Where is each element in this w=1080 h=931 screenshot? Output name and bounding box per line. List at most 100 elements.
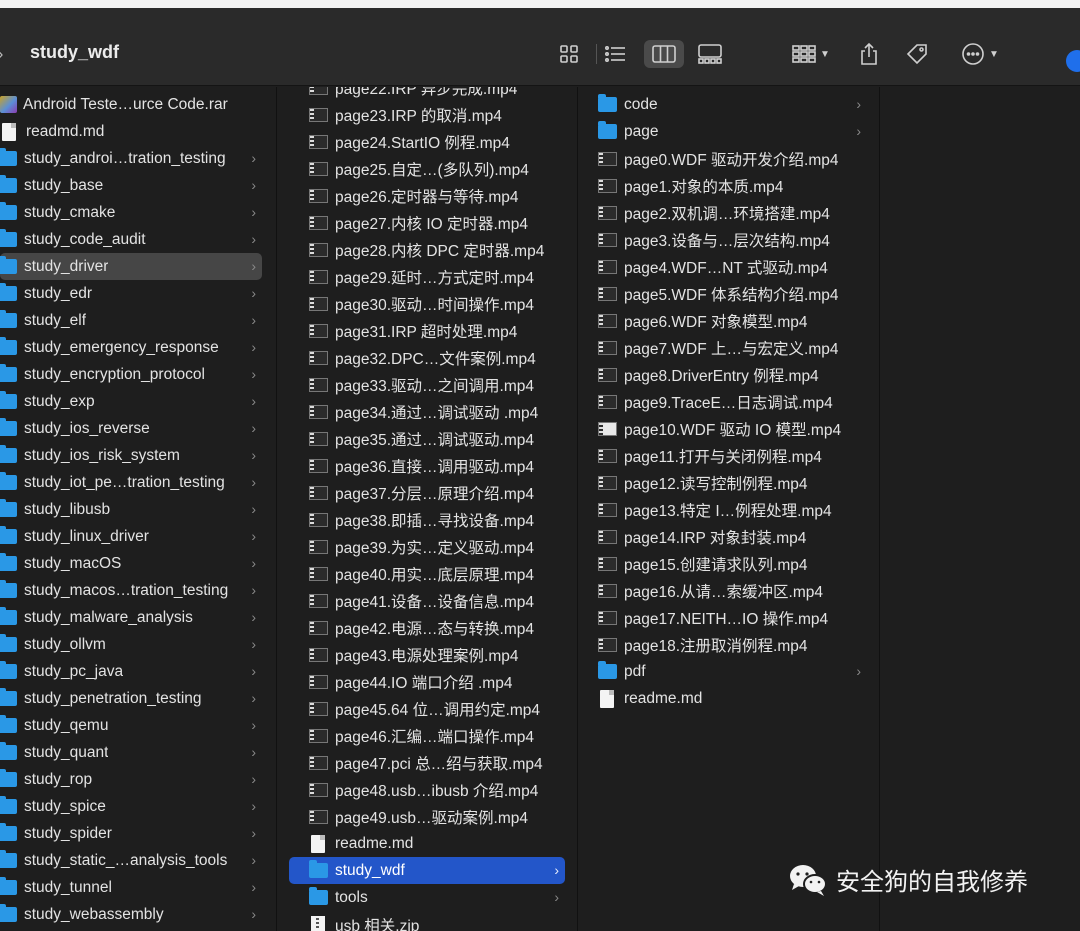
file-row[interactable]: page5.WDF 体系结构介绍.mp4 (578, 280, 867, 307)
folder-row[interactable]: study_emergency_response › (0, 334, 262, 361)
file-row[interactable]: page23.IRP 的取消.mp4 (289, 101, 565, 128)
folder-row[interactable]: study_driver › (0, 253, 262, 280)
group-icon[interactable]: ▼ (788, 40, 834, 68)
file-row[interactable]: page25.自定…(多队列).mp4 (289, 155, 565, 182)
folder-row[interactable]: pdf › (578, 658, 867, 685)
folder-row[interactable]: study_pc_java › (0, 658, 262, 685)
file-row[interactable]: page45.64 位…调用约定.mp4 (289, 695, 565, 722)
folder-icon (0, 202, 17, 220)
gallery-view-icon[interactable] (696, 40, 724, 68)
folder-row[interactable]: study_base › (0, 172, 262, 199)
file-row[interactable]: page28.内核 DPC 定时器.mp4 (289, 236, 565, 263)
tag-icon[interactable] (902, 40, 932, 68)
file-row[interactable]: page22.IRP 异步完成.mp4 (289, 87, 565, 101)
icon-view-icon[interactable] (558, 40, 580, 68)
file-row[interactable]: page33.驱动…之间调用.mp4 (289, 371, 565, 398)
folder-row[interactable]: study_macos…tration_testing › (0, 577, 262, 604)
file-row[interactable]: page41.设备…设备信息.mp4 (289, 587, 565, 614)
folder-row[interactable]: study_malware_analysis › (0, 604, 262, 631)
file-row[interactable]: readme.md (578, 685, 867, 712)
folder-row[interactable]: study_linux_driver › (0, 523, 262, 550)
file-row[interactable]: page29.延时…方式定时.mp4 (289, 263, 565, 290)
file-row[interactable]: page27.内核 IO 定时器.mp4 (289, 209, 565, 236)
folder-row[interactable]: study_code_audit › (0, 226, 262, 253)
file-row[interactable]: page49.usb…驱动案例.mp4 (289, 803, 565, 830)
file-row[interactable]: page37.分层…原理介绍.mp4 (289, 479, 565, 506)
folder-row[interactable]: study_static_…analysis_tools › (0, 847, 262, 874)
folder-row[interactable]: study_cmake › (0, 199, 262, 226)
folder-row[interactable]: study_quant › (0, 739, 262, 766)
folder-row[interactable]: study_ios_reverse › (0, 415, 262, 442)
file-row[interactable]: page8.DriverEntry 例程.mp4 (578, 361, 867, 388)
folder-row[interactable]: page › (578, 118, 867, 145)
folder-row[interactable]: study_exp › (0, 388, 262, 415)
file-row[interactable]: readme.md (289, 830, 565, 857)
file-row[interactable]: page3.设备与…层次结构.mp4 (578, 226, 867, 253)
file-row[interactable]: page0.WDF 驱动开发介绍.mp4 (578, 145, 867, 172)
file-row[interactable]: page26.定时器与等待.mp4 (289, 182, 565, 209)
item-label: page28.内核 DPC 定时器.mp4 (335, 242, 545, 260)
file-row[interactable]: page46.汇编…端口操作.mp4 (289, 722, 565, 749)
folder-row[interactable]: study_spider › (0, 820, 262, 847)
file-row[interactable]: readmd.md (0, 118, 262, 145)
folder-row[interactable]: study_ios_risk_system › (0, 442, 262, 469)
folder-row[interactable]: study_rop › (0, 766, 262, 793)
file-row[interactable]: page2.双机调…环境搭建.mp4 (578, 199, 867, 226)
back-chevron-icon[interactable]: › (0, 46, 3, 64)
file-row[interactable]: page1.对象的本质.mp4 (578, 172, 867, 199)
folder-row[interactable]: study_elf › (0, 307, 262, 334)
folder-row[interactable]: study_macOS › (0, 550, 262, 577)
file-row[interactable]: page15.创建请求队列.mp4 (578, 550, 867, 577)
file-row[interactable]: page42.电源…态与转换.mp4 (289, 614, 565, 641)
file-row[interactable]: page32.DPC…文件案例.mp4 (289, 344, 565, 371)
file-row[interactable]: Android Teste…urce Code.rar (0, 91, 262, 118)
video-file-icon (598, 367, 617, 382)
chevron-right-icon: › (251, 690, 256, 706)
folder-row[interactable]: study_penetration_testing › (0, 685, 262, 712)
folder-row[interactable]: study_wdf › (289, 857, 565, 884)
file-row[interactable]: page11.打开与关闭例程.mp4 (578, 442, 867, 469)
item-label: page4.WDF…NT 式驱动.mp4 (624, 259, 828, 277)
file-row[interactable]: page17.NEITH…IO 操作.mp4 (578, 604, 867, 631)
file-row[interactable]: page48.usb…ibusb 介绍.mp4 (289, 776, 565, 803)
file-row[interactable]: page9.TraceE…日志调试.mp4 (578, 388, 867, 415)
file-row[interactable]: page7.WDF 上…与宏定义.mp4 (578, 334, 867, 361)
file-row[interactable]: page43.电源处理案例.mp4 (289, 641, 565, 668)
file-row[interactable]: page44.IO 端口介绍 .mp4 (289, 668, 565, 695)
file-row[interactable]: page6.WDF 对象模型.mp4 (578, 307, 867, 334)
file-row[interactable]: page36.直接…调用驱动.mp4 (289, 452, 565, 479)
file-row[interactable]: page31.IRP 超时处理.mp4 (289, 317, 565, 344)
folder-row[interactable]: study_iot_pe…tration_testing › (0, 469, 262, 496)
folder-row[interactable]: study_ollvm › (0, 631, 262, 658)
file-row[interactable]: page47.pci 总…绍与获取.mp4 (289, 749, 565, 776)
share-icon[interactable] (856, 40, 882, 68)
folder-row[interactable]: study_webassembly › (0, 901, 262, 928)
file-row[interactable]: page10.WDF 驱动 IO 模型.mp4 (578, 415, 867, 442)
file-row[interactable]: page34.通过…调试驱动 .mp4 (289, 398, 565, 425)
file-row[interactable]: page24.StartIO 例程.mp4 (289, 128, 565, 155)
folder-row[interactable]: code › (578, 91, 867, 118)
file-row[interactable]: page38.即插…寻找设备.mp4 (289, 506, 565, 533)
file-row[interactable]: page4.WDF…NT 式驱动.mp4 (578, 253, 867, 280)
folder-row[interactable]: study_qemu › (0, 712, 262, 739)
file-row[interactable]: page14.IRP 对象封装.mp4 (578, 523, 867, 550)
file-row[interactable]: page16.从请…索缓冲区.mp4 (578, 577, 867, 604)
file-row[interactable]: page30.驱动…时间操作.mp4 (289, 290, 565, 317)
file-row[interactable]: page35.通过…调试驱动.mp4 (289, 425, 565, 452)
file-row[interactable]: page18.注册取消例程.mp4 (578, 631, 867, 658)
list-view-icon[interactable] (602, 40, 628, 68)
folder-row[interactable]: study_spice › (0, 793, 262, 820)
file-row[interactable]: page13.特定 I…例程处理.mp4 (578, 496, 867, 523)
folder-row[interactable]: study_androi…tration_testing › (0, 145, 262, 172)
folder-row[interactable]: study_encryption_protocol › (0, 361, 262, 388)
more-icon[interactable]: ▼ (956, 40, 1004, 68)
column-view-icon[interactable] (644, 40, 684, 68)
file-row[interactable]: page12.读写控制例程.mp4 (578, 469, 867, 496)
file-row[interactable]: page39.为实…定义驱动.mp4 (289, 533, 565, 560)
folder-row[interactable]: study_edr › (0, 280, 262, 307)
file-row[interactable]: page40.用实…底层原理.mp4 (289, 560, 565, 587)
file-row[interactable]: usb 相关.zip (289, 911, 565, 931)
folder-row[interactable]: study_tunnel › (0, 874, 262, 901)
folder-row[interactable]: tools › (289, 884, 565, 911)
folder-row[interactable]: study_libusb › (0, 496, 262, 523)
